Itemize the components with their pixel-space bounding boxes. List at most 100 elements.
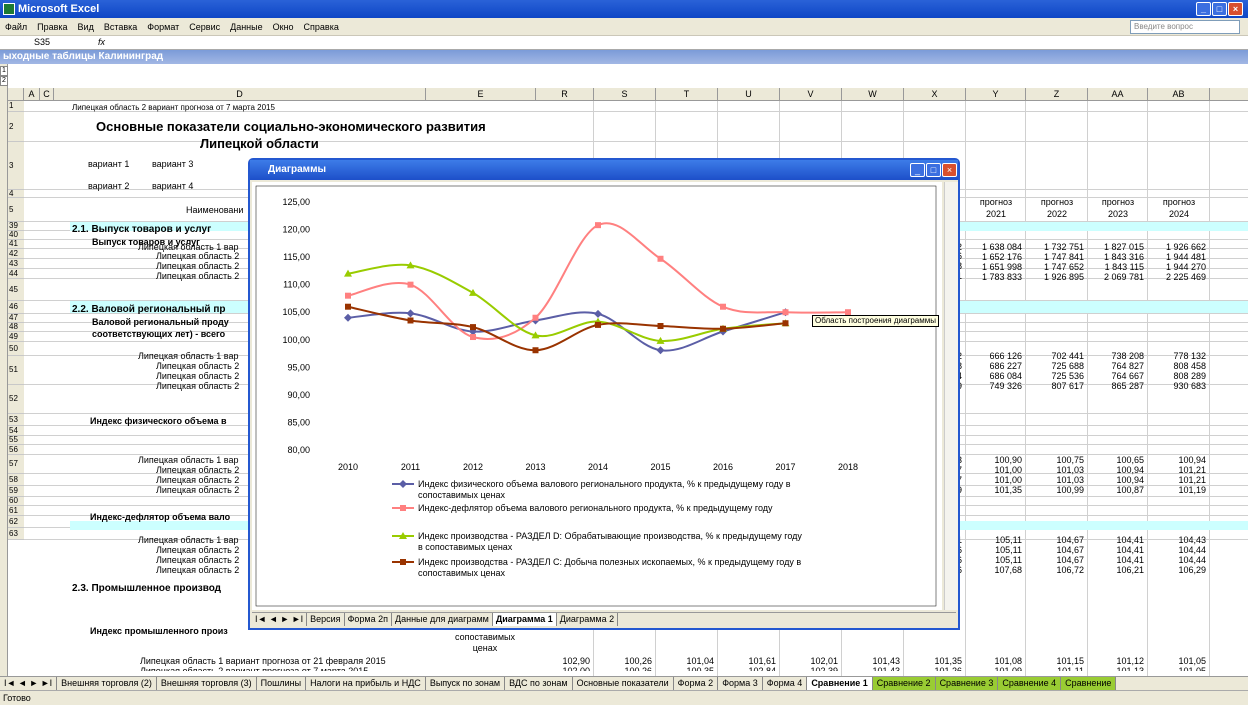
cell[interactable]: прогноз [1026, 196, 1088, 208]
cell[interactable]: Индекс физического объема в [90, 415, 250, 427]
cell[interactable]: 101,19 [1148, 484, 1206, 496]
row-header[interactable]: 4 [8, 190, 24, 198]
row-header[interactable]: 51 [8, 356, 24, 385]
menu-item[interactable]: Вид [73, 18, 99, 36]
row-header[interactable]: 53 [8, 414, 24, 426]
dialog-sheet-tab[interactable]: Версия [307, 613, 345, 626]
cell[interactable]: Валовой региональный проду [92, 316, 252, 328]
row-header[interactable]: 57 [8, 455, 24, 474]
row-header[interactable]: 41 [8, 240, 24, 249]
row-header[interactable]: 60 [8, 497, 24, 506]
dialog-minimize-button[interactable]: _ [910, 163, 925, 177]
sheet-tab[interactable]: Налоги на прибыль и НДС [306, 677, 426, 690]
dialog-tab-nav[interactable]: I◄ ◄ ► ►I [252, 613, 308, 626]
cell[interactable]: 100,99 [1026, 484, 1084, 496]
ask-question-input[interactable]: Введите вопрос [1130, 20, 1240, 34]
cell[interactable]: 749 326 [966, 380, 1022, 392]
cell[interactable]: 100,35 [656, 665, 714, 671]
sheet-tab[interactable]: Внешняя торговля (3) [157, 677, 257, 690]
cell[interactable]: 2024 [1148, 208, 1210, 220]
dialog-sheet-tab[interactable]: Форма 2п [345, 613, 392, 626]
row-header[interactable]: 43 [8, 259, 24, 269]
cell[interactable]: 101,35 [966, 484, 1022, 496]
cell[interactable]: 2.3. Промышленное производ [72, 583, 272, 595]
cell[interactable]: 102,84 [718, 665, 776, 671]
maximize-button[interactable]: □ [1212, 2, 1227, 16]
column-header[interactable]: AB [1148, 88, 1210, 101]
cell[interactable]: вариант 1 [88, 158, 158, 170]
cell[interactable]: 807 617 [1026, 380, 1084, 392]
cell[interactable]: 2022 [1026, 208, 1088, 220]
cell[interactable]: 101,05 [1148, 665, 1206, 671]
cell[interactable]: ценах [440, 642, 530, 654]
dialog-sheet-tab[interactable]: Данные для диаграмм [392, 613, 493, 626]
column-header[interactable]: R [536, 88, 594, 101]
column-header[interactable]: Z [1026, 88, 1088, 101]
sheet-tab[interactable]: Форма 4 [763, 677, 808, 690]
cell[interactable]: прогноз [966, 196, 1026, 208]
cell[interactable]: 106,72 [1026, 564, 1084, 576]
menu-item[interactable]: Вставка [99, 18, 142, 36]
cell[interactable]: Липецкая область 2 вариант прогноза от 7… [72, 102, 372, 114]
cell[interactable]: 106,21 [1088, 564, 1144, 576]
cell[interactable]: Липецкой области [200, 136, 400, 152]
sheet-tab[interactable]: Форма 3 [718, 677, 763, 690]
column-header[interactable]: E [426, 88, 536, 101]
cell[interactable]: 101,43 [842, 665, 900, 671]
row-header[interactable]: 58 [8, 474, 24, 486]
cell[interactable]: 2023 [1088, 208, 1148, 220]
row-header[interactable]: 55 [8, 436, 24, 445]
menu-item[interactable]: Данные [225, 18, 268, 36]
sheet-tab[interactable]: Сравнение 2 [872, 677, 936, 690]
row-header[interactable]: 44 [8, 269, 24, 279]
cell[interactable]: 2 225 469 [1148, 271, 1206, 283]
dialog-sheet-tab[interactable]: Диаграмма 2 [557, 613, 619, 626]
row-header[interactable]: 61 [8, 506, 24, 516]
cell[interactable]: Основные показатели социально-экономичес… [96, 119, 516, 135]
column-header[interactable]: W [842, 88, 904, 101]
cell[interactable]: прогноз [1148, 196, 1210, 208]
column-header[interactable]: U [718, 88, 780, 101]
dialog-close-button[interactable]: × [942, 163, 957, 177]
minimize-button[interactable]: _ [1196, 2, 1211, 16]
cell[interactable]: 930 683 [1148, 380, 1206, 392]
row-header[interactable]: 42 [8, 249, 24, 259]
cell[interactable]: 101,11 [1026, 665, 1084, 671]
cell[interactable]: 1 783 833 [966, 271, 1022, 283]
row-header[interactable]: 45 [8, 279, 24, 301]
menu-item[interactable]: Окно [268, 18, 299, 36]
sheet-tab[interactable]: Сравнение 3 [935, 677, 999, 690]
sheet-tab[interactable]: Основные показатели [573, 677, 674, 690]
outline-level-2[interactable]: 2 [0, 76, 8, 86]
tab-nav-buttons[interactable]: I◄ ◄ ► ►I [0, 677, 58, 690]
menu-item[interactable]: Сервис [184, 18, 225, 36]
column-header[interactable] [1210, 88, 1248, 101]
cell[interactable]: 865 287 [1088, 380, 1144, 392]
menu-item[interactable]: Формат [142, 18, 184, 36]
cell[interactable]: Липецкая область 2 вариант прогноза от 7… [140, 665, 460, 671]
cell[interactable]: 2.1. Выпуск товаров и услуг [72, 224, 272, 236]
row-header[interactable]: 48 [8, 323, 24, 332]
select-all-corner[interactable] [8, 88, 24, 101]
dialog-maximize-button[interactable]: □ [926, 163, 941, 177]
cell[interactable]: 102,00 [536, 665, 590, 671]
column-header[interactable]: X [904, 88, 966, 101]
chart-area[interactable]: 80,00 85,00 90,00 95,00 100,00 105,00 110,00 11… [252, 182, 942, 610]
close-button[interactable]: × [1228, 2, 1243, 16]
column-header[interactable]: Y [966, 88, 1026, 101]
sheet-tab[interactable]: Сравнение 1 [807, 677, 873, 690]
dialog-sheet-tab[interactable]: Диаграмма 1 [492, 613, 557, 626]
column-header[interactable]: V [780, 88, 842, 101]
cell[interactable]: 2.2. Валовой региональный пр [72, 304, 272, 316]
cell[interactable]: 101,13 [1088, 665, 1144, 671]
cell[interactable]: 1 926 895 [1026, 271, 1084, 283]
column-header[interactable]: AA [1088, 88, 1148, 101]
cell[interactable]: 101,26 [904, 665, 962, 671]
sheet-tab[interactable]: Пошлины [257, 677, 307, 690]
cell[interactable]: 102,39 [780, 665, 838, 671]
row-header[interactable]: 52 [8, 385, 24, 414]
row-header[interactable]: 5 [8, 198, 24, 222]
dialog-scrollbar[interactable] [944, 182, 958, 610]
cell[interactable]: Индекс-дефлятор объема вало [90, 511, 250, 523]
cell[interactable]: Индекс промышленного произ [90, 625, 250, 637]
